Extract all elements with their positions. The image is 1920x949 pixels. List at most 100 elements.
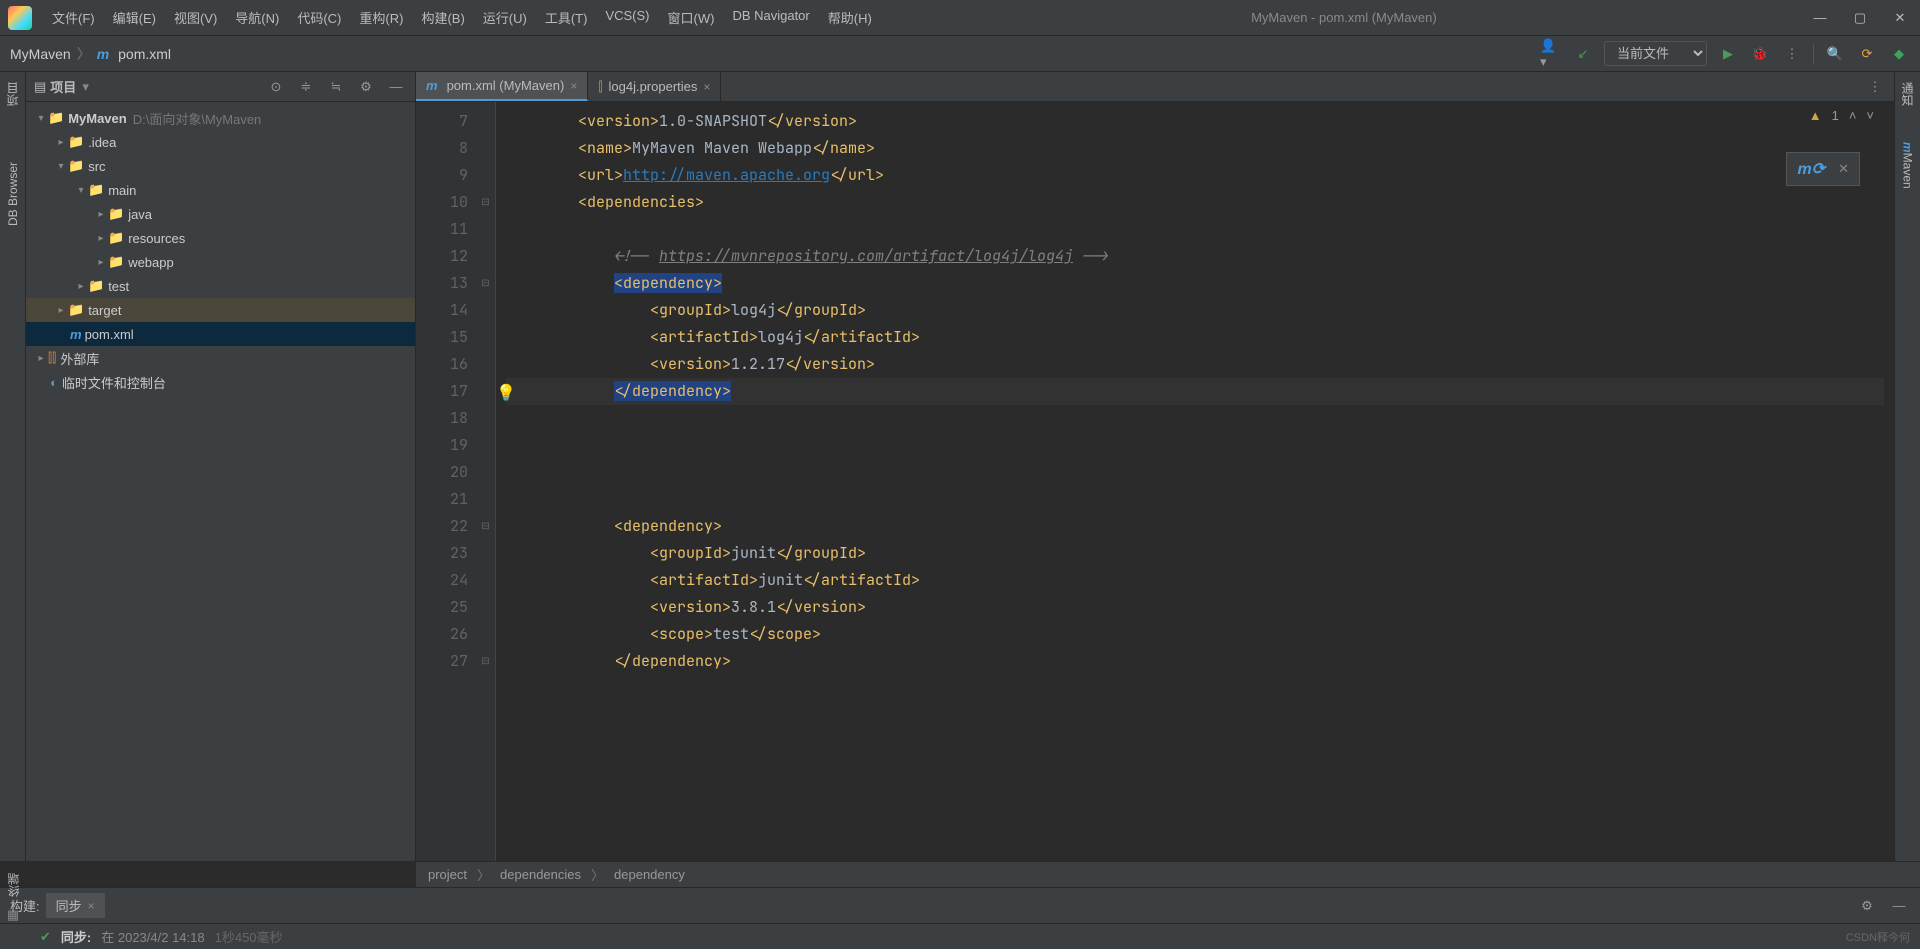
menu-item[interactable]: 构建(B): [413, 4, 472, 31]
breadcrumb: MyMaven 〉 m pom.xml: [10, 44, 171, 64]
terminal-toolwindow-button[interactable]: 终端: [5, 869, 22, 901]
close-tab-icon[interactable]: ×: [703, 80, 710, 94]
vcs-update-icon[interactable]: ↙: [1572, 43, 1594, 65]
expand-all-icon[interactable]: ≑: [295, 76, 317, 98]
project-panel-title: 项目: [50, 77, 76, 96]
close-popup-icon[interactable]: ✕: [1838, 161, 1849, 177]
menu-item[interactable]: VCS(S): [597, 4, 657, 31]
menu-item[interactable]: 工具(T): [537, 4, 596, 31]
warning-icon: ▲: [1809, 108, 1822, 123]
project-toolwindow-button[interactable]: 项目: [4, 78, 21, 110]
tree-src[interactable]: ▾📁src: [26, 154, 415, 178]
bottom-left-icon[interactable]: ▦: [7, 907, 19, 923]
warning-count: 1: [1832, 108, 1839, 123]
titlebar: 文件(F)编辑(E)视图(V)导航(N)代码(C)重构(R)构建(B)运行(U)…: [0, 0, 1920, 36]
maven-file-icon: m: [97, 46, 109, 62]
tree-java[interactable]: ▸📁java: [26, 202, 415, 226]
maven-reload-icon[interactable]: m⟳: [1797, 159, 1825, 179]
maven-file-icon: m: [426, 78, 438, 93]
sync-status-label: 同步:: [61, 927, 91, 946]
tree-target[interactable]: ▸📁target: [26, 298, 415, 322]
navigation-toolbar: MyMaven 〉 m pom.xml 👤▾ ↙ 当前文件 ▶ 🐞 ⋮ 🔍 ⟳ …: [0, 36, 1920, 72]
watermark: CSDN释今何: [1846, 929, 1910, 945]
breadcrumb-node[interactable]: dependencies: [500, 867, 581, 882]
tree-scratches[interactable]: ◐临时文件和控制台: [26, 370, 415, 394]
prev-highlight-icon[interactable]: ˄: [1849, 108, 1857, 123]
run-button[interactable]: ▶: [1717, 43, 1739, 65]
tree-pom[interactable]: mpom.xml: [26, 322, 415, 346]
maven-file-icon: m: [70, 327, 82, 342]
editor-body[interactable]: 789101112131415161718192021222324252627 …: [416, 102, 1894, 861]
tree-main[interactable]: ▾📁main: [26, 178, 415, 202]
fold-gutter[interactable]: ⊟⊟⊟⊟: [476, 102, 496, 861]
tree-external-libs[interactable]: ▸⫿⫿外部库: [26, 346, 415, 370]
close-button[interactable]: ✕: [1888, 6, 1912, 30]
menu-item[interactable]: 运行(U): [475, 4, 535, 31]
menu-item[interactable]: 帮助(H): [820, 4, 880, 31]
tree-idea[interactable]: ▸📁.idea: [26, 130, 415, 154]
maximize-button[interactable]: ▢: [1848, 6, 1872, 30]
left-toolwindow-bar: 项目 DB Browser: [0, 72, 26, 861]
success-check-icon: ✔: [40, 929, 51, 945]
user-icon[interactable]: 👤▾: [1540, 43, 1562, 65]
db-browser-toolwindow-button[interactable]: DB Browser: [6, 158, 20, 230]
code-content[interactable]: <version>1.0-SNAPSHOT</version> <name>My…: [496, 102, 1894, 861]
project-view-icon: ▤: [34, 79, 46, 95]
settings-icon[interactable]: ⚙: [355, 76, 377, 98]
run-config-selector[interactable]: 当前文件: [1604, 41, 1707, 66]
menu-item[interactable]: 编辑(E): [105, 4, 164, 31]
tree-webapp[interactable]: ▸📁webapp: [26, 250, 415, 274]
collapse-all-icon[interactable]: ≒: [325, 76, 347, 98]
build-hide-icon[interactable]: —: [1888, 895, 1910, 917]
tree-resources[interactable]: ▸📁resources: [26, 226, 415, 250]
editor-area: mpom.xml (MyMaven)×⫿log4j.properties× ⋮ …: [416, 72, 1894, 861]
build-sync-tab[interactable]: 同步×: [46, 893, 105, 918]
notifications-toolwindow-button[interactable]: 通知: [1899, 78, 1916, 110]
minimize-button[interactable]: —: [1808, 6, 1832, 30]
project-tree[interactable]: ▾📁MyMavenD:\面向对象\MyMaven ▸📁.idea ▾📁src ▾…: [26, 102, 415, 861]
menu-item[interactable]: 重构(R): [351, 4, 411, 31]
tab-label: log4j.properties: [609, 79, 698, 94]
menu-item[interactable]: 视图(V): [166, 4, 225, 31]
menu-item[interactable]: 文件(F): [44, 4, 103, 31]
editor-breadcrumbs[interactable]: project〉dependencies〉dependency: [416, 861, 1920, 887]
ide-update-icon[interactable]: ◆: [1888, 43, 1910, 65]
select-opened-file-icon[interactable]: ⊙: [265, 76, 287, 98]
next-highlight-icon[interactable]: ˅: [1866, 108, 1874, 123]
hide-panel-icon[interactable]: —: [385, 76, 407, 98]
breadcrumb-node[interactable]: project: [428, 867, 467, 882]
maven-toolwindow-button[interactable]: mMaven: [1901, 138, 1915, 193]
intention-bulb-icon[interactable]: 💡: [496, 383, 516, 403]
breadcrumb-file[interactable]: pom.xml: [118, 46, 171, 62]
menu-item[interactable]: 导航(N): [227, 4, 287, 31]
maven-reload-popup: m⟳ ✕: [1786, 152, 1860, 186]
close-tab-icon[interactable]: ×: [570, 79, 577, 93]
sync-icon[interactable]: ⟳: [1856, 43, 1878, 65]
menu-item[interactable]: DB Navigator: [724, 4, 817, 31]
menu-item[interactable]: 代码(C): [289, 4, 349, 31]
right-toolwindow-bar: 通知 mMaven: [1894, 72, 1920, 861]
inspection-widget[interactable]: ▲ 1 ˄ ˅: [1809, 108, 1874, 123]
more-actions-icon[interactable]: ⋮: [1781, 43, 1803, 65]
tree-test[interactable]: ▸📁test: [26, 274, 415, 298]
editor-tab[interactable]: ⫿log4j.properties×: [588, 72, 721, 101]
search-icon[interactable]: 🔍: [1824, 43, 1846, 65]
tree-root[interactable]: ▾📁MyMavenD:\面向对象\MyMaven: [26, 106, 415, 130]
sync-duration: 1秒450毫秒: [215, 927, 283, 946]
debug-button[interactable]: 🐞: [1749, 43, 1771, 65]
close-icon[interactable]: ×: [88, 899, 95, 913]
tab-actions-icon[interactable]: ⋮: [1864, 76, 1886, 98]
editor-tab[interactable]: m pom.xml (MyMaven) ×: [416, 72, 588, 101]
main-menu: 文件(F)编辑(E)视图(V)导航(N)代码(C)重构(R)构建(B)运行(U)…: [44, 4, 880, 31]
dropdown-icon[interactable]: ▾: [82, 79, 89, 95]
menu-item[interactable]: 窗口(W): [660, 4, 723, 31]
app-icon: [8, 6, 32, 30]
breadcrumb-root[interactable]: MyMaven: [10, 46, 71, 62]
project-panel: ▤ 项目 ▾ ⊙ ≑ ≒ ⚙ — ▾📁MyMavenD:\面向对象\MyMave…: [26, 72, 416, 861]
build-settings-icon[interactable]: ⚙: [1856, 895, 1878, 917]
breadcrumb-node[interactable]: dependency: [614, 867, 685, 882]
tab-label: pom.xml (MyMaven): [447, 78, 565, 93]
status-bar: ✔ 同步: 在 2023/4/2 14:18 1秒450毫秒: [0, 923, 1920, 949]
main-area: 项目 DB Browser ▤ 项目 ▾ ⊙ ≑ ≒ ⚙ — ▾📁MyMaven…: [0, 72, 1920, 861]
editor-tabs: mpom.xml (MyMaven)×⫿log4j.properties× ⋮: [416, 72, 1894, 102]
